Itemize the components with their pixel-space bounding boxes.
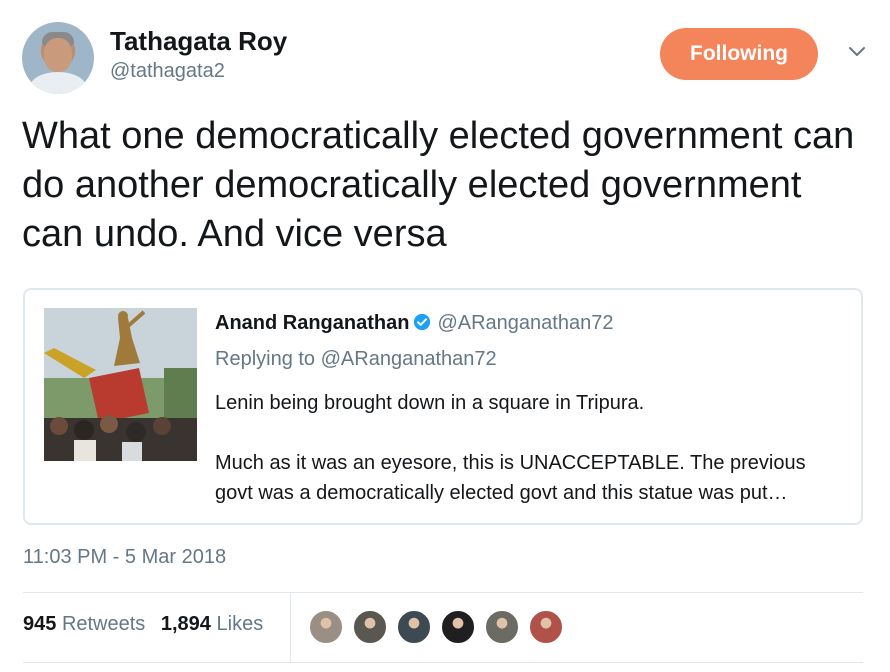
likes-stat[interactable]: 1,894 Likes: [161, 613, 263, 635]
verified-badge-icon: [414, 313, 431, 331]
likes-count: 1,894: [160, 613, 211, 635]
quoted-tweet[interactable]: Anand Ranganathan @ARanganathan72 Replyi…: [23, 288, 863, 525]
quoted-tweet-text: Lenin being brought down in a square in …: [215, 388, 845, 508]
author-handle[interactable]: @tathagata2: [110, 60, 225, 83]
retweets-count: 945: [23, 613, 57, 635]
author-avatar[interactable]: [22, 22, 94, 94]
avatar-face: [44, 38, 72, 72]
likes-label: Likes: [216, 613, 264, 635]
quoted-tweet-image[interactable]: [44, 308, 197, 461]
replying-to[interactable]: Replying to @ARanganathan72: [215, 348, 497, 371]
following-button[interactable]: Following: [660, 28, 818, 80]
quoted-paragraph-1: Lenin being brought down in a square in …: [215, 392, 645, 414]
user-avatar-icon[interactable]: [352, 609, 388, 645]
tweet-stats: 945 Retweets 1,894 Likes: [23, 613, 273, 636]
stats-separator: [290, 593, 291, 662]
tweet-header: Tathagata Roy @tathagata2 Following: [22, 22, 868, 96]
tweet-timestamp[interactable]: 11:03 PM - 5 Mar 2018: [23, 546, 226, 569]
liker-avatars: [308, 609, 564, 645]
statue-photo: [44, 308, 197, 461]
avatar-shirt: [30, 72, 86, 94]
divider: [23, 662, 863, 663]
retweets-stat[interactable]: 945 Retweets: [23, 613, 145, 635]
user-avatar-icon[interactable]: [528, 609, 564, 645]
user-avatar-icon[interactable]: [440, 609, 476, 645]
quoted-author-name[interactable]: Anand Ranganathan: [215, 312, 409, 334]
retweets-label: Retweets: [61, 613, 146, 635]
divider: [23, 592, 863, 593]
quoted-author-line: Anand Ranganathan @ARanganathan72: [215, 312, 613, 335]
quoted-author-handle[interactable]: @ARanganathan72: [437, 312, 613, 334]
tweet-text: What one democratically elected governme…: [22, 115, 855, 255]
quoted-paragraph-2: Much as it was an eyesore, this is UNACC…: [215, 452, 806, 504]
author-name[interactable]: Tathagata Roy: [110, 26, 287, 57]
chevron-down-icon[interactable]: [846, 40, 868, 62]
user-avatar-icon[interactable]: [396, 609, 432, 645]
user-avatar-icon[interactable]: [484, 609, 520, 645]
user-avatar-icon[interactable]: [308, 609, 344, 645]
